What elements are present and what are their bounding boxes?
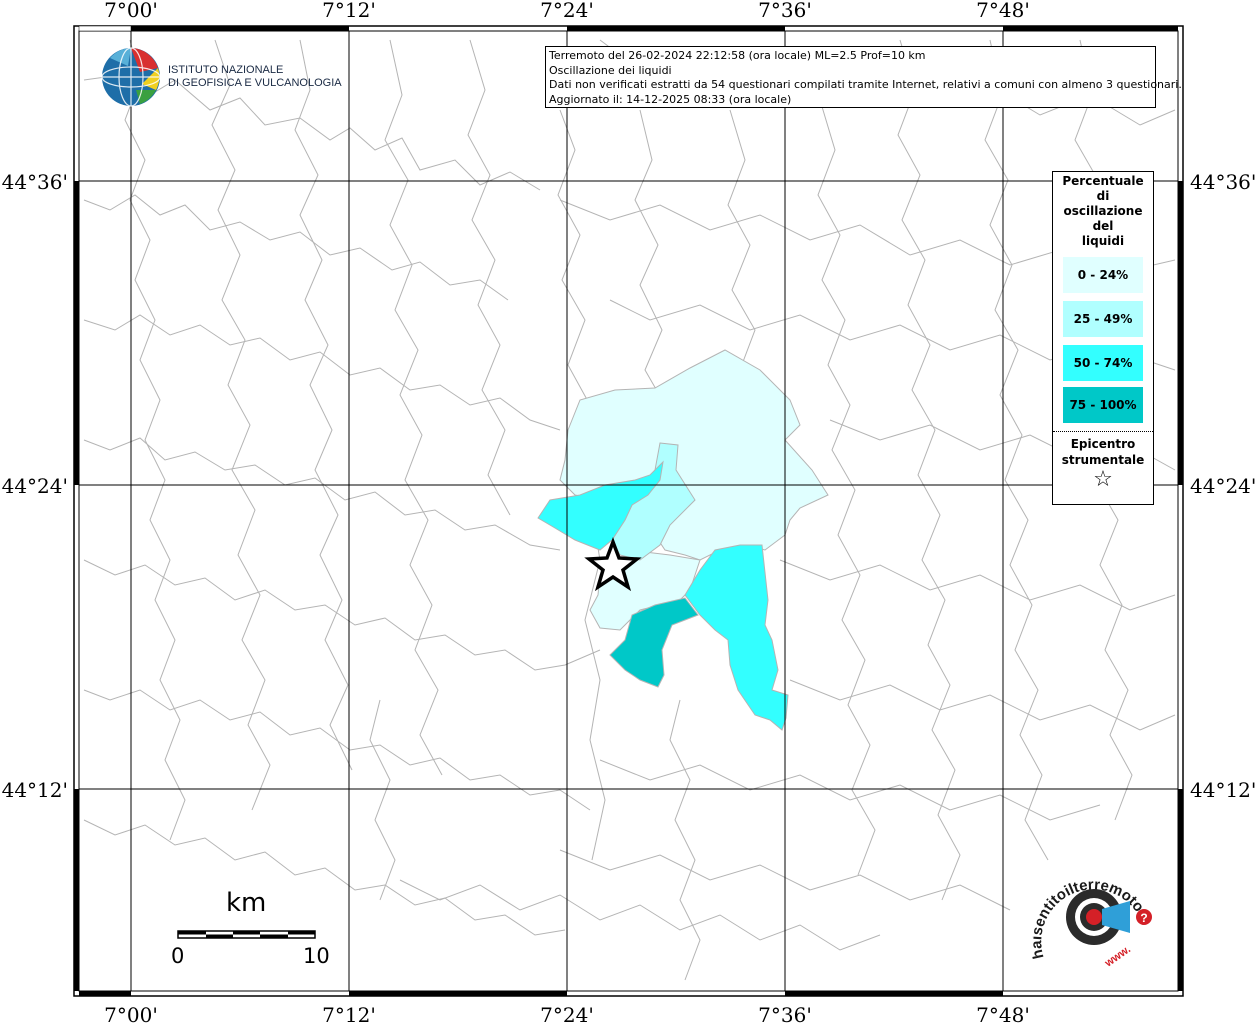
legend-title-line: Percentuale bbox=[1062, 174, 1144, 188]
lat-label-right-1: 44°24' bbox=[1190, 474, 1256, 498]
legend-class-0-24: 0 - 24% bbox=[1063, 257, 1143, 293]
lon-labels-bottom: 7°00' 7°12' 7°24' 7°36' 7°48' bbox=[104, 1003, 1030, 1024]
scale-unit: km bbox=[226, 888, 267, 918]
ingv-name: ISTITUTO NAZIONALE DI GEOFISICA E VULCAN… bbox=[168, 64, 342, 90]
scale-start-label: 0 bbox=[171, 944, 185, 968]
lat-labels-right: 44°36' 44°24' 44°12' bbox=[1190, 170, 1256, 802]
legend-class-25-49: 25 - 49% bbox=[1063, 301, 1143, 337]
lon-label-bottom-1: 7°12' bbox=[322, 1003, 376, 1024]
event-info-line2: Oscillazione dei liquidi bbox=[549, 63, 672, 77]
legend-epicenter-line1: Epicentro bbox=[1070, 437, 1136, 451]
lat-label-left-2: 44°12' bbox=[2, 778, 68, 802]
legend-title: Percentuale di oscillazione del liquidi bbox=[1053, 174, 1153, 249]
legend-divider bbox=[1053, 431, 1153, 432]
legend-title-line: oscillazione bbox=[1063, 204, 1143, 218]
lon-label-bottom-4: 7°48' bbox=[976, 1003, 1030, 1024]
lat-label-left-1: 44°24' bbox=[2, 474, 68, 498]
lat-label-right-0: 44°36' bbox=[1190, 170, 1256, 194]
lon-label-bottom-3: 7°36' bbox=[758, 1003, 812, 1024]
legend-title-line: del bbox=[1092, 219, 1114, 233]
scale-bar bbox=[177, 930, 316, 939]
lat-labels-left: 44°36' 44°24' 44°12' bbox=[2, 170, 68, 802]
legend-title-line: liquidi bbox=[1081, 234, 1125, 248]
event-info-line4: Aggiornato il: 14-12-2025 08:33 (ora loc… bbox=[549, 92, 792, 106]
event-info-line1: Terremoto del 26-02-2024 22:12:58 (ora l… bbox=[549, 49, 926, 62]
hsit-web-prefix: www. bbox=[1102, 943, 1133, 970]
legend-epicenter: Epicentro strumentale ☆ bbox=[1053, 436, 1153, 492]
legend-title-line: di bbox=[1096, 189, 1110, 203]
lat-label-right-2: 44°12' bbox=[1190, 778, 1256, 802]
event-info-box: Terremoto del 26-02-2024 22:12:58 (ora l… bbox=[545, 46, 1182, 108]
lon-label-top-2: 7°24' bbox=[540, 0, 594, 22]
hsit-logo: haisentitoilterremoto.it ? www. bbox=[1032, 876, 1155, 970]
lon-label-top-1: 7°12' bbox=[322, 0, 376, 22]
lon-label-top-3: 7°36' bbox=[758, 0, 812, 22]
question-mark: ? bbox=[1140, 911, 1147, 925]
lon-label-bottom-2: 7°24' bbox=[540, 1003, 594, 1024]
lat-label-left-0: 44°36' bbox=[2, 170, 68, 194]
ingv-name-line1: ISTITUTO NAZIONALE bbox=[168, 64, 284, 76]
event-info-line3: Dati non verificati estratti da 54 quest… bbox=[549, 78, 1182, 91]
lon-label-top-0: 7°00' bbox=[104, 0, 158, 22]
lon-label-top-4: 7°48' bbox=[976, 0, 1030, 22]
ingv-logo: ISTITUTO NAZIONALE DI GEOFISICA E VULCAN… bbox=[100, 46, 342, 108]
legend-class-50-74: 50 - 74% bbox=[1063, 345, 1143, 381]
lon-labels-top: 7°00' 7°12' 7°24' 7°36' 7°48' bbox=[104, 0, 1030, 22]
ingv-globe-icon bbox=[101, 47, 161, 107]
legend-class-75-100: 75 - 100% bbox=[1063, 387, 1143, 423]
lon-label-bottom-0: 7°00' bbox=[104, 1003, 158, 1024]
scale-end-label: 10 bbox=[303, 944, 330, 968]
legend-epicenter-line2: strumentale bbox=[1061, 453, 1145, 467]
star-outline-icon: ☆ bbox=[1093, 467, 1113, 492]
legend: Percentuale di oscillazione del liquidi … bbox=[1052, 171, 1154, 505]
ingv-name-line2: DI GEOFISICA E VULCANOLOGIA bbox=[168, 77, 342, 89]
